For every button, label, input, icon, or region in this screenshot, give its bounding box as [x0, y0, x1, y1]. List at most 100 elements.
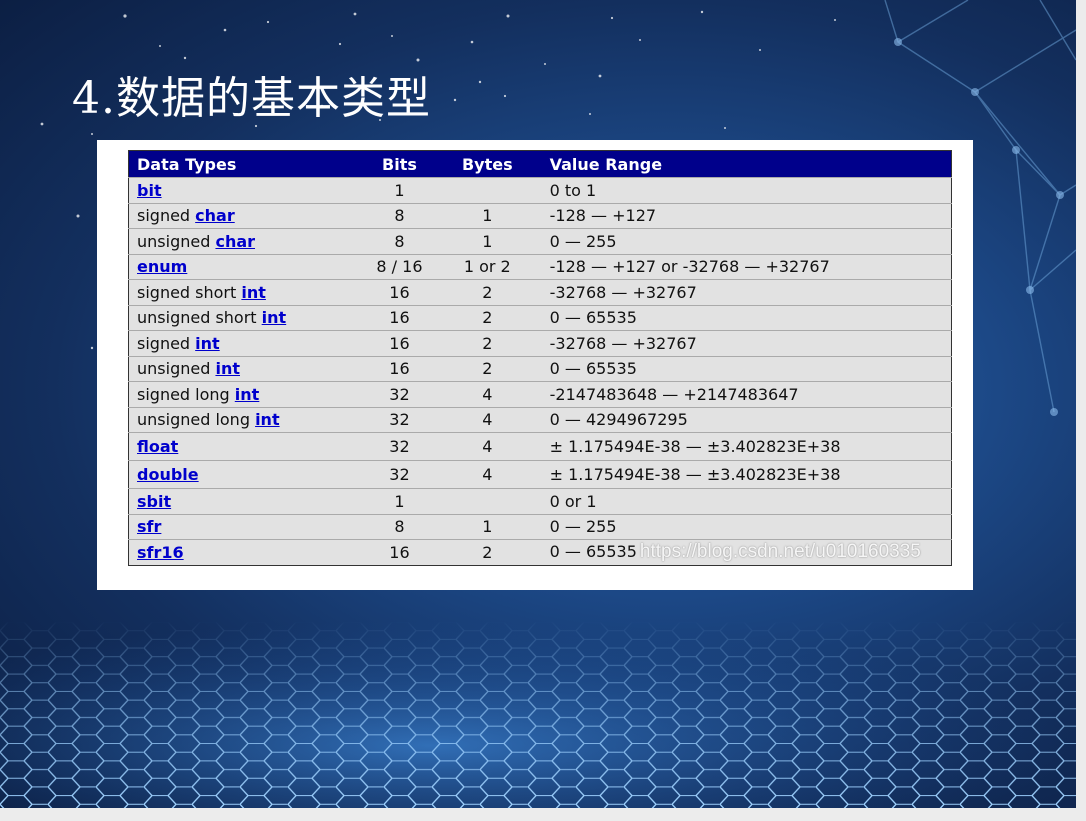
bytes-cell: 2: [432, 330, 542, 356]
bytes-cell: [432, 177, 542, 203]
keyword-link-int[interactable]: int: [262, 308, 287, 327]
bits-cell: 1: [365, 177, 433, 203]
type-cell: unsigned long int: [128, 406, 366, 433]
keyword-link-sbit[interactable]: sbit: [137, 492, 171, 511]
type-prefix: unsigned short: [137, 308, 262, 328]
table-row: signed char 8 1 -128 — +127: [128, 202, 952, 229]
table-row: enum 8 / 16 1 or 2 -128 — +127 or -32768…: [128, 253, 952, 280]
keyword-link-int[interactable]: int: [255, 410, 280, 429]
type-cell: unsigned char: [128, 228, 366, 254]
table-row: sbit 1 0 or 1: [128, 488, 952, 514]
keyword-link-enum[interactable]: enum: [137, 257, 187, 276]
bytes-cell: [432, 488, 542, 514]
bits-cell: 16: [365, 539, 433, 565]
bits-cell: 8 / 16: [365, 253, 433, 280]
range-cell: 0 — 4294967295: [541, 406, 952, 433]
bits-cell: 32: [365, 460, 433, 489]
type-cell: sfr16: [128, 539, 366, 565]
slide: 4.数据的基本类型 Data Types Bits Bytes Value Ra…: [0, 0, 1076, 808]
keyword-link-bit[interactable]: bit: [137, 181, 162, 200]
bits-cell: 16: [365, 330, 433, 356]
range-cell: ± 1.175494E-38 — ±3.402823E+38: [541, 460, 952, 489]
type-cell: sfr: [128, 513, 366, 540]
type-prefix: signed short: [137, 282, 242, 302]
bytes-cell: 1: [432, 202, 542, 229]
type-cell: unsigned short int: [128, 304, 366, 331]
range-cell: -32768 — +32767: [541, 279, 952, 305]
type-cell: signed int: [128, 330, 366, 356]
bits-cell: 32: [365, 406, 433, 433]
table-row: unsigned long int 32 4 0 — 4294967295: [128, 406, 952, 433]
range-cell: 0 to 1: [541, 177, 952, 203]
bits-cell: 8: [365, 202, 433, 229]
keyword-link-int[interactable]: int: [241, 283, 266, 302]
table-row: signed short int 16 2 -32768 — +32767: [128, 279, 952, 305]
type-prefix: signed: [137, 333, 196, 353]
keyword-link-double[interactable]: double: [137, 465, 199, 484]
type-cell: signed short int: [128, 279, 366, 305]
type-prefix: signed: [137, 206, 196, 226]
bytes-cell: 2: [432, 279, 542, 305]
bytes-cell: 4: [432, 406, 542, 433]
table-row: unsigned int 16 2 0 — 65535: [128, 355, 952, 382]
slide-border-bottom: [0, 808, 1086, 821]
bytes-cell: 2: [432, 355, 542, 382]
range-cell: 0 — 255: [541, 228, 952, 254]
watermark-text: https://blog.csdn.net/u010160335: [639, 541, 921, 563]
bits-cell: 8: [365, 513, 433, 540]
bytes-cell: 4: [432, 432, 542, 461]
header-bytes: Bytes: [432, 150, 542, 178]
keyword-link-sfr[interactable]: sfr: [137, 517, 161, 536]
keyword-link-char[interactable]: char: [195, 206, 235, 225]
bits-cell: 16: [365, 279, 433, 305]
bytes-cell: 4: [432, 460, 542, 489]
type-cell: bit: [128, 177, 366, 203]
table-row: unsigned char 8 1 0 — 255: [128, 228, 952, 254]
keyword-link-char[interactable]: char: [215, 232, 255, 251]
bits-cell: 32: [365, 432, 433, 461]
type-cell: unsigned int: [128, 355, 366, 382]
type-cell: signed long int: [128, 381, 366, 407]
bytes-cell: 1: [432, 513, 542, 540]
type-prefix: signed long: [137, 384, 235, 404]
bits-cell: 1: [365, 488, 433, 514]
keyword-link-int[interactable]: int: [195, 334, 220, 353]
bits-cell: 8: [365, 228, 433, 254]
type-prefix: unsigned long: [137, 410, 256, 430]
type-cell: signed char: [128, 202, 366, 229]
keyword-link-float[interactable]: float: [137, 437, 178, 456]
header-value-range: Value Range: [541, 150, 952, 178]
type-prefix: unsigned: [137, 231, 216, 251]
table-row: bit 1 0 to 1: [128, 177, 952, 203]
bytes-cell: 1 or 2: [432, 253, 542, 280]
table-row: unsigned short int 16 2 0 — 65535: [128, 304, 952, 331]
slide-title: 4.数据的基本类型: [72, 73, 431, 124]
range-cell: -32768 — +32767: [541, 330, 952, 356]
keyword-link-int[interactable]: int: [215, 359, 240, 378]
range-cell: 0 — 255: [541, 513, 952, 540]
slide-border-right: [1076, 0, 1086, 821]
table-row: float 32 4 ± 1.175494E-38 — ±3.402823E+3…: [128, 432, 952, 461]
table-row: sfr 8 1 0 — 255: [128, 513, 952, 540]
header-data-types: Data Types: [128, 150, 366, 178]
range-cell: 0 — 65535: [541, 355, 952, 382]
keyword-link-int[interactable]: int: [235, 385, 260, 404]
keyword-link-sfr16[interactable]: sfr16: [137, 543, 184, 562]
table-row: signed long int 32 4 -2147483648 — +2147…: [128, 381, 952, 407]
header-bits: Bits: [365, 150, 433, 178]
range-cell: ± 1.175494E-38 — ±3.402823E+38: [541, 432, 952, 461]
type-cell: sbit: [128, 488, 366, 514]
data-types-table: Data Types Bits Bytes Value Range bit 1 …: [128, 150, 952, 566]
type-cell: float: [128, 432, 366, 461]
bits-cell: 16: [365, 304, 433, 331]
range-cell: -128 — +127 or -32768 — +32767: [541, 253, 952, 280]
bytes-cell: 2: [432, 304, 542, 331]
table-row: double 32 4 ± 1.175494E-38 — ±3.402823E+…: [128, 460, 952, 489]
range-value: 0 — 65535: [549, 542, 637, 562]
range-cell: 0 — 65535 https://blog.csdn.net/u01016033…: [541, 539, 952, 565]
bytes-cell: 1: [432, 228, 542, 254]
type-prefix: unsigned: [137, 359, 216, 379]
bits-cell: 32: [365, 381, 433, 407]
type-cell: double: [128, 460, 366, 489]
table-row: sfr16 16 2 0 — 65535 https://blog.csdn.ne…: [128, 539, 952, 565]
